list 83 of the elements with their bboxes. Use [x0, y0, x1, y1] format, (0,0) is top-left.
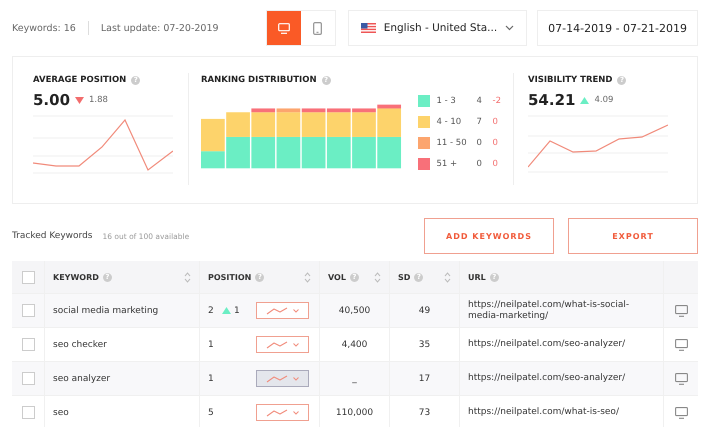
- change-value: 4.09: [594, 95, 614, 105]
- line-chart-icon: [266, 408, 288, 416]
- sd-value: 17: [418, 374, 430, 384]
- phone-icon: [313, 22, 322, 34]
- monitor-icon[interactable]: [674, 372, 688, 384]
- monitor-icon: [278, 22, 290, 34]
- trend-dropdown[interactable]: [256, 370, 309, 387]
- monitor-icon[interactable]: [674, 304, 688, 316]
- column-header: URL: [468, 272, 486, 282]
- flag-icon: [360, 23, 376, 33]
- legend-label: 1 - 3: [436, 96, 457, 106]
- position-value: 5: [208, 408, 215, 418]
- position-change: 1: [234, 306, 240, 316]
- volume-value: 4,400: [342, 340, 368, 350]
- row-checkbox[interactable]: [22, 372, 34, 385]
- section-title: RANKING DISTRIBUTION: [201, 75, 317, 85]
- column-header: KEYWORD: [53, 272, 99, 282]
- section-title: AVERAGE POSITION: [33, 75, 126, 85]
- monitor-icon[interactable]: [674, 338, 688, 350]
- change-value: 1.88: [89, 95, 108, 105]
- trend-dropdown[interactable]: [256, 336, 309, 353]
- legend-change: 0: [492, 159, 498, 169]
- chevron-down-icon: [293, 410, 299, 414]
- row-checkbox[interactable]: [22, 338, 34, 351]
- keyword-text: seo checker: [53, 340, 107, 350]
- language-dropdown[interactable]: English - United Sta...: [348, 10, 528, 46]
- date-range-picker[interactable]: 07-14-2019 - 07-21-2019: [537, 10, 698, 46]
- row-checkbox[interactable]: [22, 406, 34, 419]
- section-title: VISIBILITY TREND: [528, 75, 612, 85]
- volume-value: _: [352, 374, 357, 384]
- sort-icon[interactable]: [304, 272, 311, 282]
- legend-change: 0: [492, 138, 498, 148]
- trend-dropdown[interactable]: [256, 404, 309, 421]
- url-text: https://neilpatel.com/what-is-seo/: [468, 407, 619, 418]
- line-chart-icon: [266, 340, 288, 348]
- select-all-checkbox[interactable]: [22, 270, 34, 284]
- legend-count: 0: [476, 159, 483, 169]
- chevron-down-icon: [505, 25, 514, 31]
- legend-change: 0: [492, 117, 498, 127]
- sd-value: 73: [418, 408, 430, 418]
- last-update: Last update: 07-20-2019: [100, 22, 219, 34]
- column-header: POSITION: [208, 272, 252, 282]
- url-text: https://neilpatel.com/what-is-social-media-marketing/: [468, 300, 630, 322]
- sort-icon[interactable]: [374, 272, 381, 282]
- legend-count: 7: [476, 117, 483, 127]
- legend-count: 0: [476, 138, 483, 148]
- section-title: Tracked Keywords: [12, 231, 92, 241]
- row-checkbox[interactable]: [22, 304, 34, 317]
- export-button[interactable]: EXPORT: [568, 218, 698, 254]
- sd-value: 49: [418, 306, 430, 316]
- legend-label: 11 - 50: [436, 138, 468, 148]
- average-position-value: 5.00: [33, 91, 70, 109]
- column-header: SD: [398, 272, 410, 282]
- add-keywords-button[interactable]: ADD KEYWORDS: [424, 218, 554, 254]
- line-chart-icon: [266, 306, 288, 314]
- position-value: 2: [208, 306, 215, 316]
- legend-count: 4: [476, 96, 483, 106]
- keyword-text: seo: [53, 408, 69, 418]
- visibility-value: 54.21: [528, 91, 576, 109]
- sort-icon[interactable]: [444, 272, 451, 282]
- legend-change: -2: [492, 96, 501, 106]
- chevron-down-icon: [293, 342, 299, 346]
- line-chart-icon: [266, 374, 288, 382]
- url-text: https://neilpatel.com/seo-analyzer/: [468, 339, 626, 350]
- keyword-count: Keywords: 16: [12, 22, 76, 34]
- chevron-down-icon: [293, 308, 299, 312]
- legend-label: 4 - 10: [436, 117, 462, 127]
- triangle-up-icon: [222, 307, 231, 314]
- sd-value: 35: [418, 340, 430, 350]
- legend-label: 51 +: [436, 159, 458, 169]
- volume-value: 110,000: [336, 408, 374, 418]
- desktop-toggle[interactable]: [266, 11, 301, 45]
- keyword-text: seo analyzer: [53, 374, 110, 384]
- position-value: 1: [208, 340, 215, 350]
- position-value: 1: [208, 374, 215, 384]
- chevron-down-icon: [293, 376, 299, 380]
- volume-value: 40,500: [338, 306, 370, 316]
- sort-icon[interactable]: [184, 272, 191, 282]
- monitor-icon[interactable]: [674, 406, 688, 418]
- trend-dropdown[interactable]: [256, 302, 309, 319]
- column-header: VOL: [328, 272, 346, 282]
- url-text: https://neilpatel.com/seo-analyzer/: [468, 373, 626, 384]
- keyword-text: social media marketing: [53, 306, 158, 316]
